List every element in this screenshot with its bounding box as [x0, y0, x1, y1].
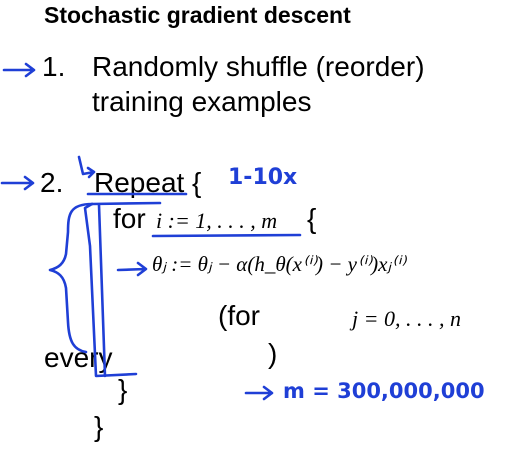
for-range: i := 1, . . . , m [156, 208, 278, 233]
inner-close-brace: } [118, 374, 128, 405]
step1-number: 1. [42, 51, 66, 82]
repeat-hook-arrow-icon [77, 155, 96, 179]
for-range-underline [151, 233, 302, 238]
big-curly-brace [48, 202, 94, 354]
m-arrow-icon [244, 385, 274, 401]
update-arrow-icon [116, 261, 148, 277]
repeat-open-brace: { [192, 167, 202, 198]
step1-arrow-icon [2, 62, 36, 78]
every-word: every [44, 342, 113, 373]
slide-title: Stochastic gradient descent [44, 2, 351, 28]
step1-text-line1: Randomly shuffle (reorder) [92, 51, 425, 82]
for-keyword: for [113, 203, 146, 234]
step2-arrow-icon [0, 175, 35, 191]
outer-close-brace: } [94, 411, 104, 442]
step1-text-line2: training examples [92, 86, 312, 117]
m-value-note: m = 300,000,000 [283, 379, 485, 403]
repeat-count-note: 1-10x [228, 165, 297, 190]
repeat-keyword: Repeat [94, 167, 185, 198]
for-every-open: (for [218, 300, 260, 331]
for-open-brace: { [307, 203, 317, 234]
for-every-close: ) [268, 338, 278, 369]
update-rule: θⱼ := θⱼ − α(h_θ(x⁽ⁱ⁾) − y⁽ⁱ⁾)xⱼ⁽ⁱ⁾ [152, 252, 406, 276]
for-every-range: j = 0, . . . , n [352, 306, 461, 331]
step2-number: 2. [40, 167, 64, 198]
lecture-slide: Stochastic gradient descent 1. Randomly … [0, 0, 517, 449]
